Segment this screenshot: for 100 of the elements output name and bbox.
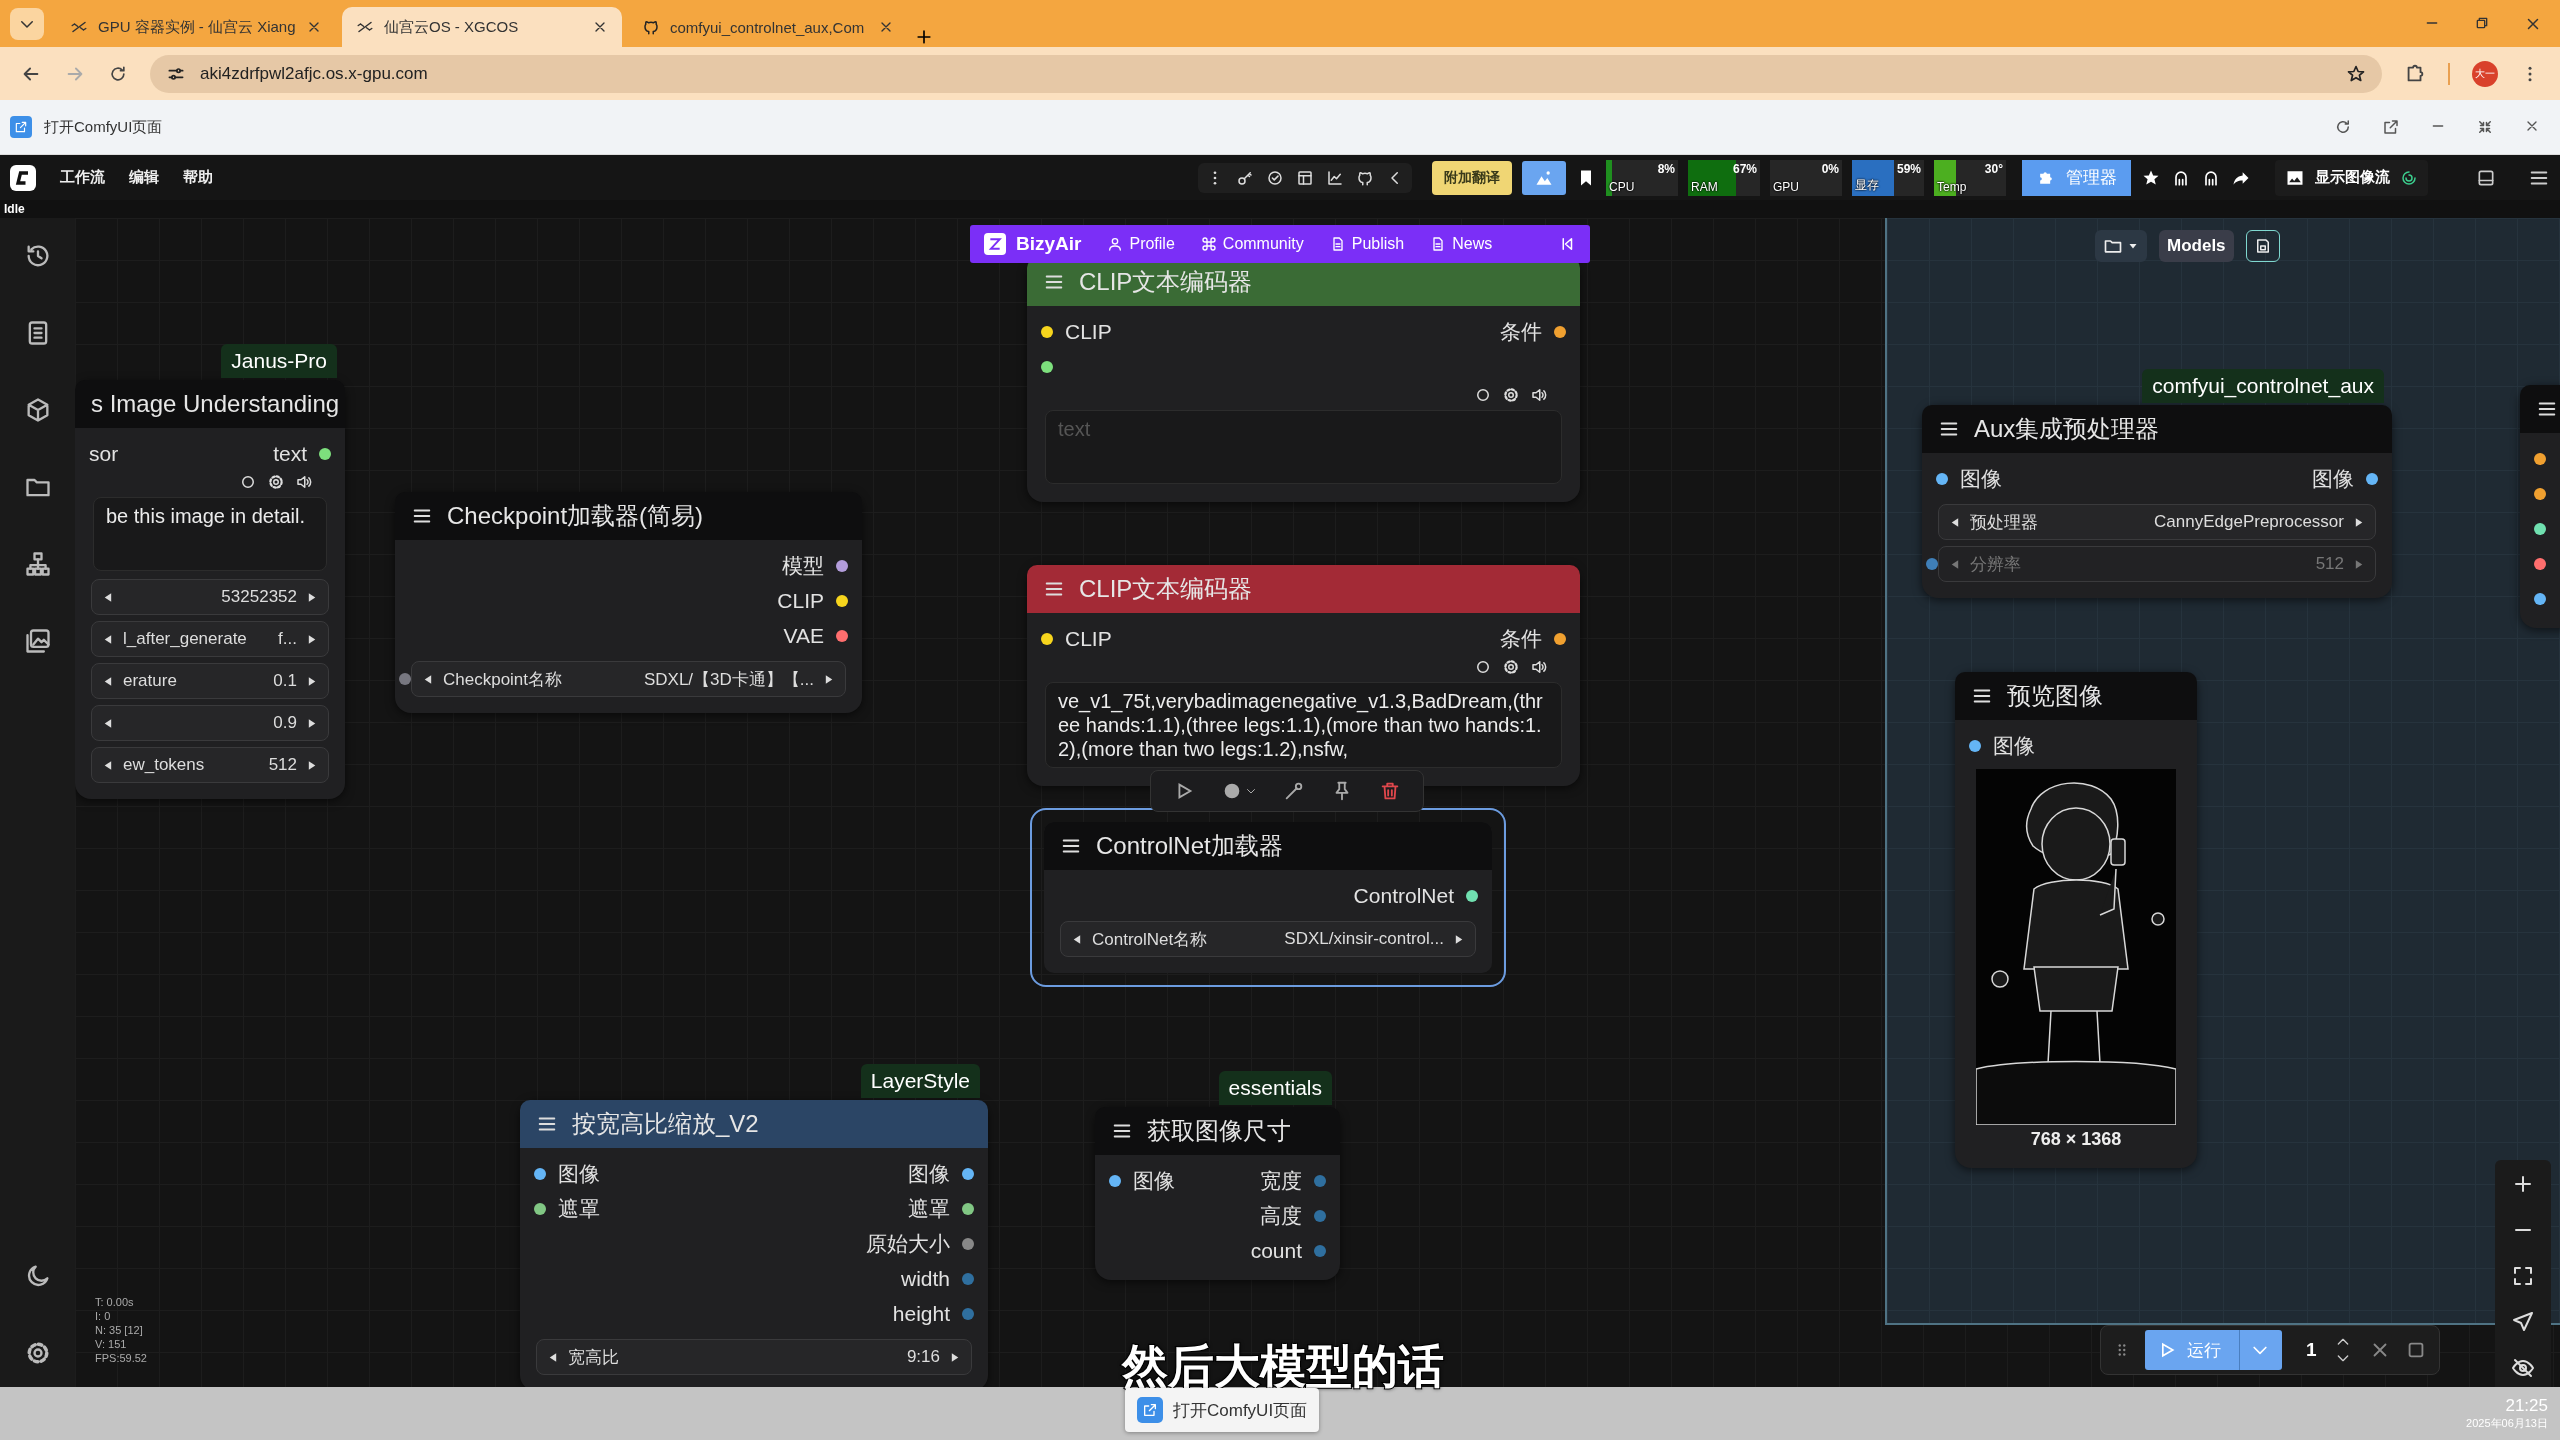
menu-item[interactable]: 编辑: [129, 168, 159, 187]
socket-dot[interactable]: [2534, 557, 2546, 570]
socket-dot[interactable]: [2366, 472, 2378, 485]
models-button[interactable]: Models: [2159, 230, 2234, 262]
socket-dot[interactable]: [962, 1272, 974, 1285]
send-icon[interactable]: [2511, 1310, 2535, 1334]
refresh-icon[interactable]: [2334, 118, 2352, 136]
node-title: Aux集成预处理器: [1974, 414, 2160, 444]
widget-control[interactable]: ControlNet名称 SDXL/xinsir-control...: [1060, 921, 1476, 957]
socket-dot[interactable]: [1041, 632, 1053, 645]
monitor-value: 0%: [1821, 161, 1839, 176]
chart-icon[interactable]: [1326, 168, 1344, 187]
socket-label: 原始大小: [866, 1230, 950, 1257]
socket-dot[interactable]: [962, 1307, 974, 1320]
translate-button[interactable]: 附加翻译: [1432, 160, 1512, 195]
nav-link[interactable]: News: [1430, 235, 1493, 253]
browser-tab[interactable]: 仙宫云OS - XGCOS: [342, 7, 622, 47]
folder-dropdown[interactable]: [2095, 230, 2147, 262]
count-field[interactable]: 1: [2296, 1334, 2355, 1366]
socket-dot[interactable]: [1936, 472, 1948, 485]
nav-link[interactable]: Publish: [1329, 235, 1405, 253]
circle-icon[interactable]: [1474, 386, 1492, 404]
socket-dot[interactable]: [1041, 325, 1053, 338]
socket-dot[interactable]: [399, 673, 411, 685]
address-field[interactable]: aki4zdrfpwl2afjc.os.x-gpu.com: [150, 54, 2382, 93]
wand-icon[interactable]: [1283, 780, 1305, 802]
widget-control[interactable]: erature 0.1: [91, 663, 329, 699]
node-title: 按宽高比缩放_V2: [572, 1109, 759, 1139]
collapse-icon[interactable]: [2476, 118, 2494, 136]
socket-dot[interactable]: [319, 447, 331, 460]
text-field[interactable]: ve_v1_75t,verybadimagenegative_v1.3,BadDream,(three hands:1.1),(three legs:1.1),(more than two hands:1.2),(more than two legs:1.2),nsfw,: [1045, 682, 1562, 768]
settings-icon[interactable]: [1502, 386, 1520, 404]
menu-item[interactable]: 帮助: [183, 168, 213, 187]
socket-dot[interactable]: [2534, 487, 2546, 500]
node-card[interactable]: 按宽高比缩放_V2 图像 遮罩 图像 遮罩 原始大小 width height 宽高比 9:16: [520, 1100, 988, 1387]
node-card[interactable]: CLIP文本编码器 CLIP 条件 ve_v1_75t,verybadimagenegative_v1.3,BadDream,(three hands:1.1),(three legs:1.1),(more than two hands:1.2),(more than two legs:1.2),nsfw,: [1027, 565, 1580, 786]
star-icon[interactable]: [2346, 63, 2366, 84]
socket-dot[interactable]: [1109, 1174, 1121, 1187]
widget-control[interactable]: ew_tokens 512: [91, 747, 329, 783]
socket-dot[interactable]: [962, 1202, 974, 1215]
socket-dot[interactable]: [2534, 592, 2546, 605]
speaker-icon[interactable]: [295, 473, 313, 491]
nav-link[interactable]: Profile: [1107, 235, 1175, 253]
widget-value: 0.1: [273, 671, 297, 691]
node-card[interactable]: ControlNet加载器 ControlNet ControlNet名称 SDXL/xinsir-control...: [1030, 808, 1506, 987]
speaker-icon[interactable]: [1530, 658, 1548, 676]
socket-dot[interactable]: [836, 629, 848, 642]
socket-dot[interactable]: [1314, 1174, 1326, 1187]
browser-tab[interactable]: GPU 容器实例 - 仙宫云 Xiang: [56, 7, 336, 47]
widget-control[interactable]: Checkpoint名称 SDXL/【3D卡通】【...: [411, 661, 846, 697]
socket-dot[interactable]: [1314, 1244, 1326, 1257]
menu-item[interactable]: 工作流: [60, 168, 105, 187]
socket-dot[interactable]: [836, 559, 848, 572]
avatar[interactable]: 大一: [2472, 60, 2498, 87]
socket-dot[interactable]: [1554, 325, 1566, 338]
widget-control[interactable]: 53252352: [91, 579, 329, 615]
widget-control[interactable]: 宽高比 9:16: [536, 1339, 972, 1375]
socket-dot[interactable]: [534, 1167, 546, 1180]
fit-view-icon[interactable]: [2511, 1264, 2535, 1288]
speaker-icon[interactable]: [1530, 386, 1548, 404]
widget-value: 53252352: [221, 587, 297, 607]
node-card[interactable]: Checkpoint加载器(简易) 模型 CLIP VAE Checkpoint名称 SDXL/【3D卡通】【...: [395, 492, 862, 713]
socket-dot[interactable]: [962, 1167, 974, 1180]
circle-icon[interactable]: [239, 473, 257, 491]
socket-dot[interactable]: [2534, 452, 2546, 465]
socket-dot[interactable]: [1041, 360, 1053, 373]
socket-dot[interactable]: [2534, 522, 2546, 535]
socket-dot[interactable]: [962, 1237, 974, 1250]
socket-dot[interactable]: [534, 1202, 546, 1215]
circle-icon[interactable]: [1474, 658, 1492, 676]
widget-label: erature: [123, 671, 178, 691]
widget-control[interactable]: 0.9: [91, 705, 329, 741]
node-card[interactable]: 获取图像尺寸 图像 宽度 高度 count: [1095, 1107, 1340, 1280]
settings-icon[interactable]: [1502, 658, 1520, 676]
images-icon[interactable]: [23, 627, 52, 655]
image-button[interactable]: [1522, 160, 1566, 195]
node-card[interactable]: 预览图像 图像 768 × 1368: [1955, 672, 2197, 1168]
socket-dot[interactable]: [1554, 632, 1566, 645]
hierarchy-icon[interactable]: [23, 550, 52, 578]
settings-icon[interactable]: [267, 473, 285, 491]
socket-label: VAE: [783, 623, 824, 648]
hide-icon[interactable]: [2511, 1356, 2535, 1380]
widget-control[interactable]: l_after_generate f...: [91, 621, 329, 657]
trash-icon[interactable]: [1379, 780, 1401, 802]
save-button[interactable]: [2245, 230, 2280, 262]
image-feed-button[interactable]: 显示图像流: [2275, 159, 2428, 196]
nav-link[interactable]: Community: [1200, 235, 1304, 253]
table-icon[interactable]: [1296, 168, 1314, 187]
node-card[interactable]: s Image Understanding sor text be this image in detail. 53252352 l_after_generate f... erature 0.1 0.9 ew_tokens 512: [75, 380, 345, 799]
socket-dot[interactable]: [1969, 739, 1981, 752]
browser-tab[interactable]: comfyui_controlnet_aux,Com: [628, 7, 908, 47]
socket-dot[interactable]: [836, 594, 848, 607]
socket-dot[interactable]: [1314, 1209, 1326, 1222]
socket-label: height: [892, 1301, 950, 1326]
widget-control[interactable]: 预处理器 CannyEdgePreprocessor: [1938, 504, 2376, 540]
open-external-icon[interactable]: [2382, 118, 2400, 136]
text-field[interactable]: be this image in detail.: [93, 497, 327, 571]
check-circle-icon[interactable]: [1266, 168, 1284, 187]
monitor-label: RAM: [1691, 179, 1718, 194]
socket-dot[interactable]: [1466, 889, 1478, 902]
